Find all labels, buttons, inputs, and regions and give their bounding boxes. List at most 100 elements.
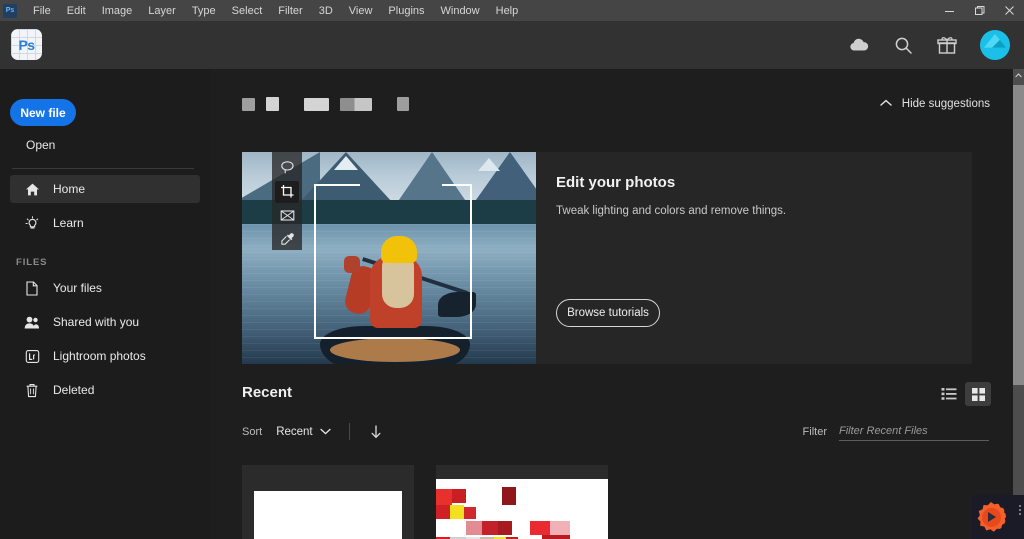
window-controls — [934, 0, 1024, 21]
hide-suggestions-button[interactable]: Hide suggestions — [880, 98, 990, 110]
eyedropper-icon[interactable] — [275, 228, 299, 250]
sidebar-item-lightroom-photos-label: Lightroom photos — [53, 349, 146, 363]
menu-dot — [1019, 513, 1021, 515]
recent-section-title: Recent — [242, 384, 293, 401]
gift-icon[interactable] — [936, 34, 958, 56]
thumb-pixel — [502, 487, 516, 505]
lightbulb-icon — [24, 215, 40, 231]
suggestion-card-edit-photos[interactable]: Edit your photos Tweak lighting and colo… — [242, 152, 972, 364]
sidebar-divider — [12, 168, 194, 169]
list-view-icon[interactable] — [936, 382, 962, 406]
menu-view[interactable]: View — [341, 0, 381, 21]
menu-plugins[interactable]: Plugins — [380, 0, 432, 21]
photoshop-logo-icon[interactable]: Ps — [11, 29, 42, 60]
people-icon — [24, 314, 40, 330]
minimize-button[interactable] — [934, 0, 964, 21]
thumb-pixel — [436, 489, 452, 505]
open-button[interactable]: Open — [26, 135, 210, 155]
sidebar: New file Open Home Learn FILES Your file… — [0, 69, 210, 539]
hero-subtitle: Tweak lighting and colors and remove thi… — [556, 205, 787, 217]
more-vertical-icon[interactable] — [1019, 505, 1021, 515]
hide-suggestions-label: Hide suggestions — [901, 98, 990, 110]
vertical-scrollbar[interactable] — [1013, 69, 1024, 539]
crop-frame-edge — [442, 184, 472, 186]
grid-view-icon[interactable] — [965, 382, 991, 406]
recent-file-card[interactable] — [436, 465, 608, 539]
thumb-pixel — [530, 521, 550, 535]
placeholder-block — [397, 97, 409, 111]
lasso-icon[interactable] — [275, 157, 299, 179]
menu-select[interactable]: Select — [224, 0, 271, 21]
screen-recorder-icon[interactable] — [976, 502, 1006, 532]
cloud-icon[interactable] — [848, 34, 870, 56]
sort-separator — [348, 423, 350, 440]
play-icon — [988, 512, 996, 522]
hero-text-block: Edit your photos Tweak lighting and colo… — [536, 152, 972, 364]
chevron-down-icon — [319, 426, 331, 438]
menu-dot — [1019, 509, 1021, 511]
menu-window[interactable]: Window — [433, 0, 488, 21]
placeholder-block — [242, 97, 255, 111]
suggestion-tabs-placeholder — [242, 97, 409, 111]
menu-filter[interactable]: Filter — [270, 0, 310, 21]
recent-file-thumbnail — [254, 491, 402, 539]
placeholder-block — [340, 97, 372, 111]
sidebar-item-home[interactable]: Home — [10, 175, 200, 203]
crop-frame-edge — [314, 184, 360, 186]
sidebar-item-home-label: Home — [53, 182, 86, 196]
frame-icon[interactable] — [275, 205, 299, 227]
titlebar-logo-icon: Ps — [3, 3, 17, 18]
crop-icon[interactable] — [275, 180, 299, 203]
avatar[interactable] — [980, 30, 1010, 60]
arrow-down-icon[interactable] — [368, 424, 384, 440]
sort-dropdown[interactable]: Recent — [276, 426, 331, 438]
photoshop-home-window: Ps File Edit Image Layer Type Select Fil… — [0, 0, 1024, 539]
search-icon[interactable] — [892, 34, 914, 56]
close-button[interactable] — [994, 0, 1024, 21]
placeholder-block — [304, 97, 329, 111]
view-toggle-group — [936, 382, 991, 406]
crop-selection-frame — [314, 184, 472, 339]
thumb-pixel — [550, 521, 570, 535]
menu-bar: Ps File Edit Image Layer Type Select Fil… — [0, 0, 1024, 21]
sort-controls: Sort Recent — [242, 423, 384, 440]
menu-dot — [1019, 505, 1021, 507]
new-file-button[interactable]: New file — [10, 99, 76, 126]
menu-type[interactable]: Type — [184, 0, 224, 21]
sidebar-item-your-files-label: Your files — [53, 281, 102, 295]
menu-file[interactable]: File — [25, 0, 59, 21]
browse-tutorials-button[interactable]: Browse tutorials — [556, 299, 660, 327]
recorder-inner-circle — [981, 507, 1001, 527]
filter-input[interactable] — [839, 421, 989, 441]
thumb-pixel — [464, 507, 476, 519]
sidebar-item-learn-label: Learn — [53, 216, 84, 230]
sidebar-item-lightroom-photos[interactable]: Lightroom photos — [10, 342, 200, 370]
sidebar-item-shared-with-you[interactable]: Shared with you — [10, 308, 200, 336]
home-icon — [24, 181, 40, 197]
lightroom-icon — [24, 348, 40, 364]
scroll-up-icon[interactable] — [1013, 69, 1024, 81]
menu-help[interactable]: Help — [488, 0, 527, 21]
sidebar-item-learn[interactable]: Learn — [10, 209, 200, 237]
maximize-button[interactable] — [964, 0, 994, 21]
chevron-up-icon — [880, 98, 892, 110]
thumb-pixel — [450, 505, 464, 519]
recent-file-thumbnail — [436, 479, 608, 539]
recent-files-grid — [242, 465, 608, 539]
thumb-pixel — [542, 535, 570, 539]
sidebar-item-shared-with-you-label: Shared with you — [53, 315, 140, 329]
thumb-pixel — [436, 505, 450, 519]
sidebar-item-your-files[interactable]: Your files — [10, 274, 200, 302]
sort-label: Sort — [242, 425, 263, 438]
filter-controls: Filter — [803, 421, 989, 441]
menu-3d[interactable]: 3D — [311, 0, 341, 21]
hero-title: Edit your photos — [556, 174, 676, 191]
menu-image[interactable]: Image — [94, 0, 141, 21]
screen-recorder-widget[interactable] — [972, 495, 1024, 539]
menu-edit[interactable]: Edit — [59, 0, 94, 21]
sidebar-item-deleted[interactable]: Deleted — [10, 376, 200, 404]
recent-file-card[interactable] — [242, 465, 414, 539]
menu-layer[interactable]: Layer — [140, 0, 184, 21]
document-icon — [24, 280, 40, 296]
scrollbar-thumb[interactable] — [1013, 85, 1024, 385]
